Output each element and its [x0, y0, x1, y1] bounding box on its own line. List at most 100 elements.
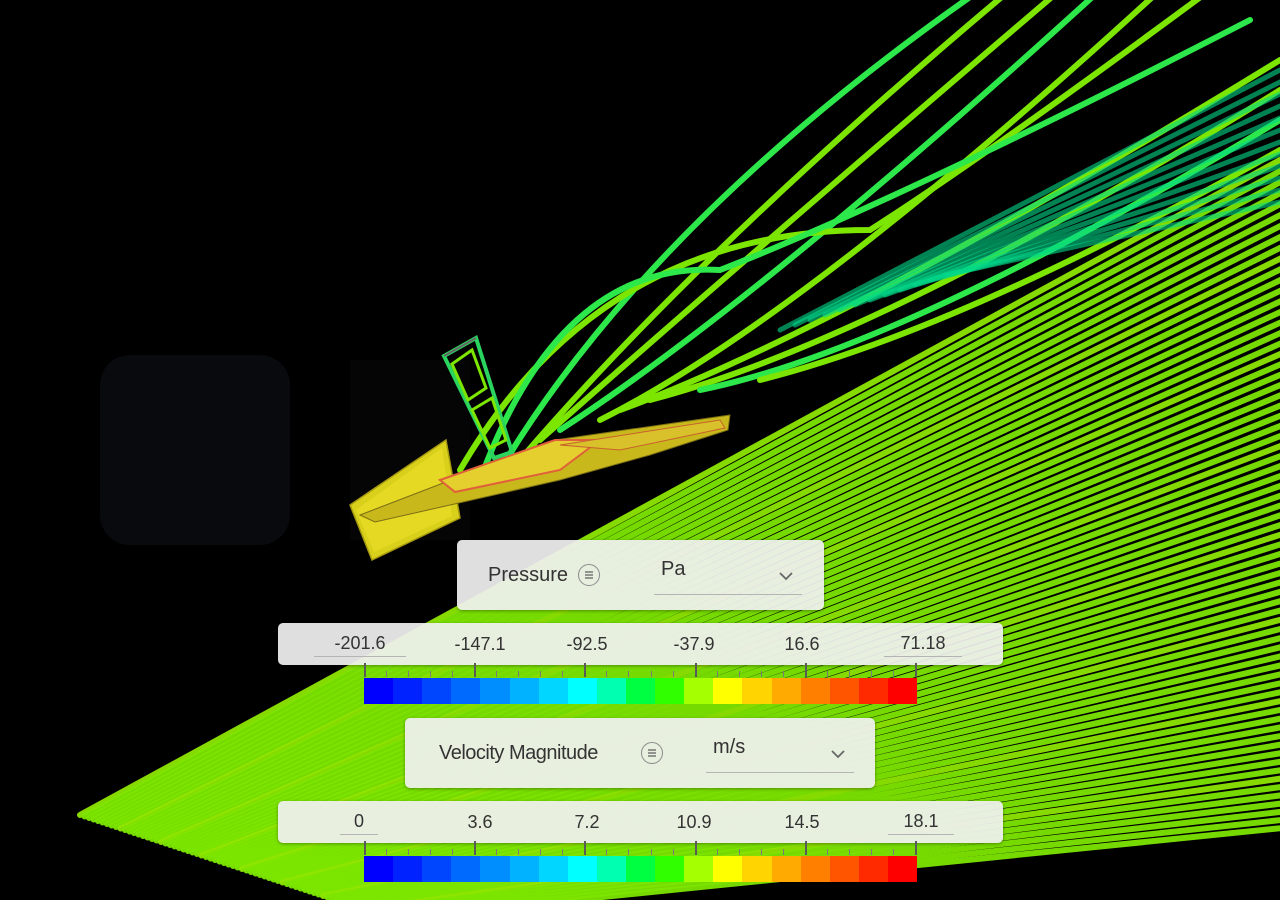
- colorbar-segment: [596, 856, 626, 882]
- pressure-tick-label: [438, 631, 522, 657]
- minor-tick: [650, 849, 652, 855]
- velocity-unit-dropdown[interactable]: m/s: [706, 736, 854, 773]
- colorbar-segment: [655, 856, 685, 882]
- pressure-scale-panel: [278, 623, 1003, 665]
- minor-tick: [892, 671, 894, 677]
- colorbar-segment: [538, 856, 568, 882]
- minor-tick: [870, 849, 872, 855]
- streamline: [537, 0, 1053, 443]
- minor-tick: [826, 849, 828, 855]
- minor-tick: [782, 671, 784, 677]
- major-tick: [584, 841, 587, 855]
- colorbar-segment: [858, 856, 888, 882]
- pressure-min-input[interactable]: [314, 631, 406, 657]
- minor-tick: [782, 849, 784, 855]
- major-tick: [474, 841, 477, 855]
- major-tick: [915, 663, 917, 677]
- minor-tick: [738, 671, 740, 677]
- pressure-unit-dropdown[interactable]: Pa: [654, 558, 802, 595]
- colorbar-segment: [771, 856, 801, 882]
- list-icon[interactable]: [578, 564, 600, 586]
- minor-tick: [606, 671, 608, 677]
- minor-tick: [386, 671, 388, 677]
- major-tick: [474, 663, 477, 677]
- colorbar-segment: [480, 678, 510, 704]
- minor-tick: [848, 671, 850, 677]
- minor-tick: [628, 849, 630, 855]
- minor-tick: [408, 849, 410, 855]
- minor-tick: [408, 671, 410, 677]
- velocity-tick-label: [652, 809, 736, 835]
- pressure-unit-value: Pa: [661, 558, 686, 580]
- colorbar-segment: [364, 678, 394, 704]
- velocity-tick-label: [545, 809, 629, 835]
- velocity-unit-value: m/s: [713, 736, 746, 758]
- list-icon[interactable]: [641, 742, 663, 764]
- colorbar-segment: [771, 678, 801, 704]
- minor-tick: [848, 849, 850, 855]
- velocity-colorbar: [364, 856, 918, 882]
- colorbar-segment: [567, 678, 597, 704]
- major-tick: [584, 663, 587, 677]
- minor-tick: [430, 849, 432, 855]
- pressure-label: Pressure: [488, 564, 569, 586]
- colorbar-segment: [364, 856, 394, 882]
- major-tick: [364, 663, 366, 677]
- colorbar-segment: [538, 678, 568, 704]
- minor-tick: [628, 671, 630, 677]
- colorbar-segment: [596, 678, 626, 704]
- major-tick: [694, 663, 697, 677]
- velocity-max-input[interactable]: [888, 809, 954, 835]
- minor-tick: [452, 849, 454, 855]
- minor-tick: [562, 849, 564, 855]
- velocity-tickmarks: [364, 841, 917, 855]
- velocity-scale-panel: [278, 801, 1003, 843]
- colorbar-segment: [858, 678, 888, 704]
- pressure-selector-panel: Pressure Pa: [457, 540, 824, 610]
- velocity-tick-label: [760, 809, 844, 835]
- velocity-selector-panel: Velocity Magnitude m/s: [405, 718, 875, 788]
- velocity-min-input[interactable]: [340, 809, 378, 835]
- colorbar-segment: [742, 678, 772, 704]
- minor-tick: [496, 671, 498, 677]
- pressure-colorbar: [364, 678, 918, 704]
- colorbar-segment: [422, 678, 452, 704]
- pressure-tick-label: [652, 631, 736, 657]
- colorbar-segment: [713, 856, 743, 882]
- pressure-tick-label: [760, 631, 844, 657]
- pressure-tick-label: [545, 631, 629, 657]
- minor-tick: [870, 671, 872, 677]
- colorbar-segment: [829, 678, 859, 704]
- minor-tick: [562, 671, 564, 677]
- major-tick: [364, 841, 366, 855]
- colorbar-segment: [393, 678, 423, 704]
- minor-tick: [826, 671, 828, 677]
- minor-tick: [716, 849, 718, 855]
- colorbar-segment: [509, 856, 539, 882]
- major-tick: [804, 663, 807, 677]
- colorbar-segment: [509, 678, 539, 704]
- minor-tick: [650, 671, 652, 677]
- colorbar-segment: [800, 856, 830, 882]
- minor-tick: [518, 849, 520, 855]
- velocity-tick-label: [438, 809, 522, 835]
- minor-tick: [672, 849, 674, 855]
- minor-tick: [606, 849, 608, 855]
- colorbar-segment: [451, 678, 481, 704]
- major-tick: [915, 841, 917, 855]
- colorbar-segment: [393, 856, 423, 882]
- colorbar-segment: [655, 678, 685, 704]
- pressure-max-input[interactable]: [884, 631, 962, 657]
- minor-tick: [892, 849, 894, 855]
- pressure-tickmarks: [364, 663, 917, 677]
- colorbar-segment: [887, 678, 918, 704]
- colorbar-segment: [422, 856, 452, 882]
- minor-tick: [540, 849, 542, 855]
- minor-tick: [760, 671, 762, 677]
- minor-tick: [672, 671, 674, 677]
- colorbar-segment: [684, 678, 714, 704]
- minor-tick: [386, 849, 388, 855]
- colorbar-segment: [625, 856, 656, 882]
- chevron-down-icon: [830, 746, 846, 764]
- minor-tick: [518, 671, 520, 677]
